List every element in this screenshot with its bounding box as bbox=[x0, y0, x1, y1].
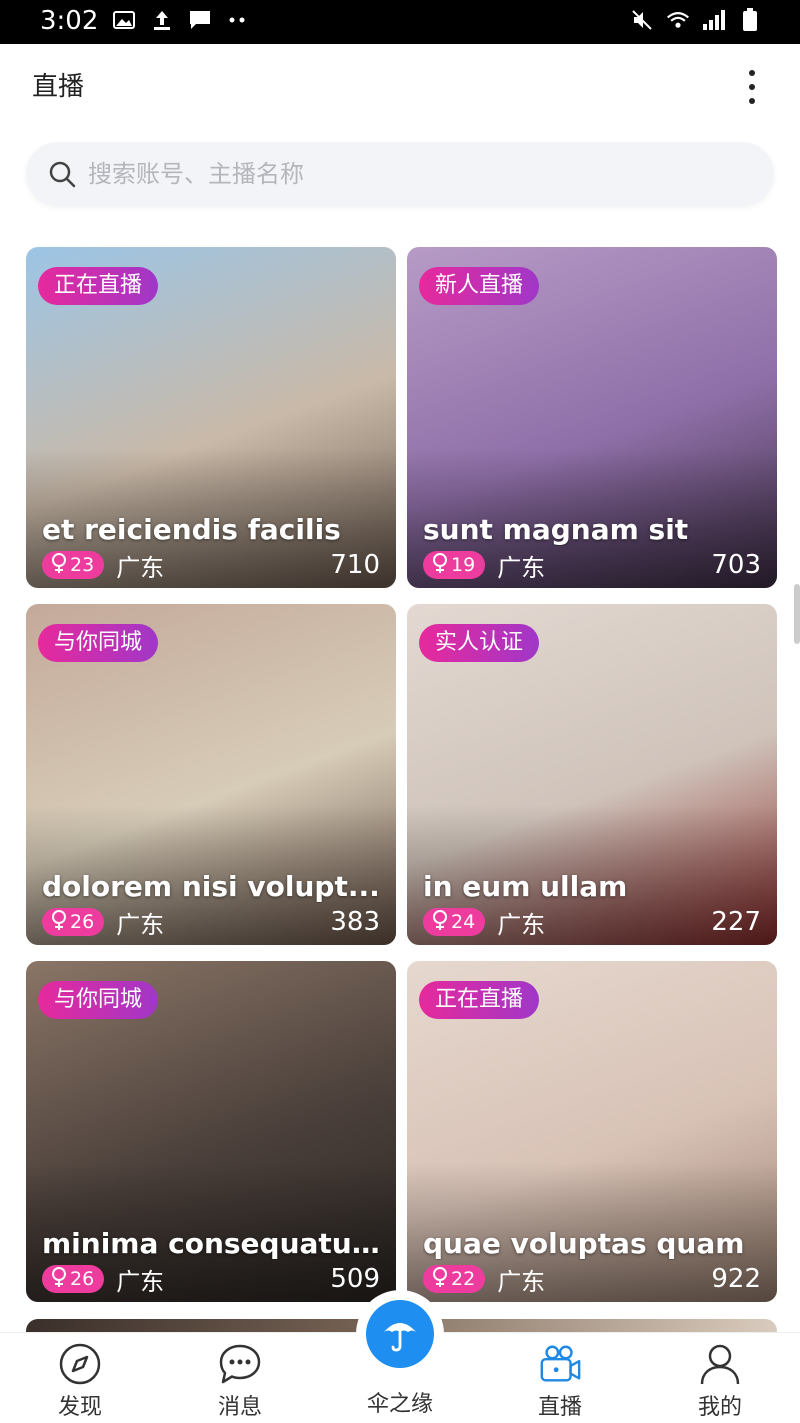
page-title: 直播 bbox=[32, 72, 85, 102]
status-bar: 3:02 bbox=[0, 0, 800, 44]
message-icon bbox=[188, 8, 212, 32]
viewer-count: 922 bbox=[711, 1264, 761, 1294]
viewer-count: 703 bbox=[711, 550, 761, 580]
signal-icon bbox=[702, 8, 726, 32]
live-room-card[interactable]: 正在直播 et reiciendis facilis 23 广东 710 bbox=[26, 247, 396, 588]
room-meta: 24 广东 227 bbox=[423, 907, 761, 939]
location-label: 广东 bbox=[497, 910, 546, 939]
location-label: 广东 bbox=[497, 1267, 546, 1296]
female-icon bbox=[431, 909, 449, 936]
viewer-count: 227 bbox=[711, 907, 761, 937]
age-value: 26 bbox=[70, 911, 95, 933]
compass-icon bbox=[57, 1341, 103, 1387]
age-badge: 26 bbox=[42, 1265, 105, 1293]
live-room-card[interactable]: 新人直播 sunt magnam sit 19 广东 703 bbox=[407, 247, 777, 588]
upload-icon bbox=[150, 8, 174, 32]
room-meta: 23 广东 710 bbox=[42, 550, 380, 582]
status-time: 3:02 bbox=[40, 6, 99, 36]
viewer-count: 509 bbox=[330, 1264, 380, 1294]
room-title: sunt magnam sit bbox=[423, 513, 689, 546]
search-bar[interactable] bbox=[26, 142, 774, 206]
search-input[interactable] bbox=[88, 152, 748, 196]
location-label: 广东 bbox=[116, 1267, 165, 1296]
room-badge: 正在直播 bbox=[38, 267, 159, 305]
age-badge: 24 bbox=[423, 908, 486, 936]
age-value: 23 bbox=[70, 554, 95, 576]
mute-icon bbox=[630, 8, 654, 32]
age-value: 19 bbox=[451, 554, 476, 576]
center-action-button[interactable] bbox=[356, 1290, 444, 1378]
room-meta: 26 广东 383 bbox=[42, 907, 380, 939]
room-title: et reiciendis facilis bbox=[42, 513, 341, 546]
chat-bubble-icon bbox=[217, 1341, 263, 1387]
female-icon bbox=[431, 1266, 449, 1293]
battery-icon bbox=[738, 8, 762, 32]
room-title: dolorem nisi volupt... bbox=[42, 870, 380, 903]
umbrella-icon bbox=[366, 1300, 434, 1368]
age-value: 26 bbox=[70, 1268, 95, 1290]
live-room-card[interactable]: 与你同城 dolorem nisi volupt... 26 广东 383 bbox=[26, 604, 396, 945]
viewer-count: 710 bbox=[330, 550, 380, 580]
location-label: 广东 bbox=[497, 553, 546, 582]
room-meta: 19 广东 703 bbox=[423, 550, 761, 582]
search-icon bbox=[48, 160, 76, 188]
room-title: in eum ullam bbox=[423, 870, 628, 903]
room-badge: 实人认证 bbox=[419, 624, 540, 662]
live-room-card[interactable]: 正在直播 quae voluptas quam 22 广东 922 bbox=[407, 961, 777, 1302]
age-badge: 22 bbox=[423, 1265, 486, 1293]
person-icon bbox=[697, 1341, 743, 1387]
female-icon bbox=[50, 552, 68, 579]
room-meta: 26 广东 509 bbox=[42, 1264, 380, 1296]
age-badge: 23 bbox=[42, 551, 105, 579]
more-vertical-icon[interactable] bbox=[740, 70, 764, 104]
room-badge: 与你同城 bbox=[38, 981, 159, 1019]
female-icon bbox=[50, 1266, 68, 1293]
room-badge: 新人直播 bbox=[419, 267, 540, 305]
scrollbar[interactable] bbox=[794, 584, 800, 644]
age-badge: 19 bbox=[423, 551, 486, 579]
more-dots-icon bbox=[226, 8, 250, 32]
tab-label: 伞之缘 bbox=[366, 1392, 433, 1417]
female-icon bbox=[50, 909, 68, 936]
wifi-icon bbox=[666, 8, 690, 32]
female-icon bbox=[431, 552, 449, 579]
room-title: minima consequatu... bbox=[42, 1227, 382, 1260]
location-label: 广东 bbox=[116, 910, 165, 939]
location-label: 广东 bbox=[116, 553, 165, 582]
tab-label: 发现 bbox=[57, 1395, 102, 1420]
tab-discover[interactable]: 发现 bbox=[0, 1333, 160, 1423]
age-badge: 26 bbox=[42, 908, 105, 936]
tab-messages[interactable]: 消息 bbox=[160, 1333, 320, 1423]
room-meta: 22 广东 922 bbox=[423, 1264, 761, 1296]
tab-live[interactable]: 直播 bbox=[480, 1333, 640, 1423]
tab-mine[interactable]: 我的 bbox=[640, 1333, 800, 1423]
tab-label: 我的 bbox=[697, 1395, 742, 1420]
image-icon bbox=[112, 8, 136, 32]
tab-label: 直播 bbox=[537, 1395, 582, 1420]
live-room-card[interactable]: 与你同城 minima consequatu... 26 广东 509 bbox=[26, 961, 396, 1302]
video-camera-icon bbox=[537, 1341, 583, 1387]
live-room-card[interactable]: 实人认证 in eum ullam 24 广东 227 bbox=[407, 604, 777, 945]
room-title: quae voluptas quam bbox=[423, 1227, 745, 1260]
tab-label: 消息 bbox=[217, 1395, 262, 1420]
viewer-count: 383 bbox=[330, 907, 380, 937]
room-badge: 与你同城 bbox=[38, 624, 159, 662]
app-bar: 直播 bbox=[0, 44, 800, 128]
age-value: 22 bbox=[451, 1268, 476, 1290]
room-badge: 正在直播 bbox=[419, 981, 540, 1019]
age-value: 24 bbox=[451, 911, 476, 933]
